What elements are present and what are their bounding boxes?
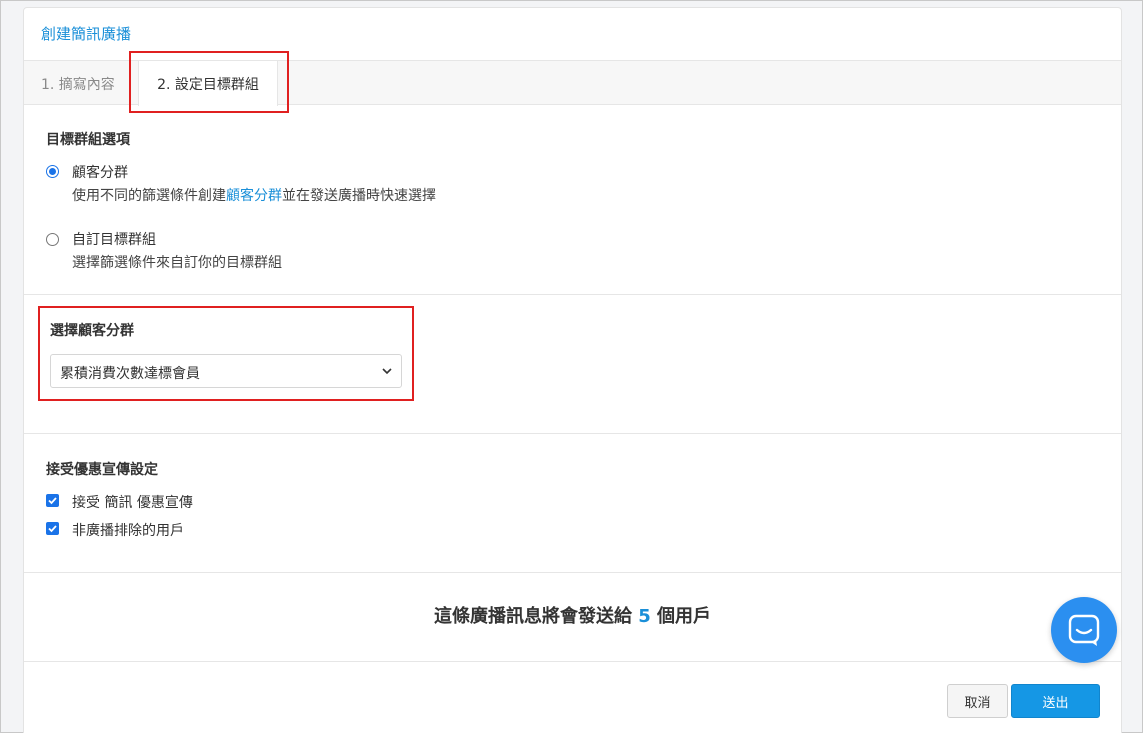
desc-text-after: 並在發送廣播時快速選擇 [282,188,436,204]
promo-heading: 接受優惠宣傳設定 [46,462,158,478]
option-customer-segment-title: 顧客分群 [72,165,128,181]
radio-custom-group[interactable] [46,233,59,246]
app-frame: 創建簡訊廣播 1. 摘寫內容 2. 設定目標群組 目標群組選項 顧客分群 使用不… [0,0,1143,733]
tab-target-group[interactable]: 2. 設定目標群組 [138,61,278,106]
chat-launcher[interactable] [1051,597,1117,663]
radio-customer-segment[interactable] [46,165,59,178]
desc-text-before: 使用不同的篩選條件創建 [72,188,226,204]
option-custom-group-title: 自訂目標群組 [72,232,156,248]
tab-compose[interactable]: 1. 摘寫內容 [41,74,115,94]
recipient-count: 5 [638,606,651,627]
target-options-heading: 目標群組選項 [46,132,130,148]
non-excluded-users-label: 非廣播排除的用戶 [72,523,184,539]
divider [24,661,1121,662]
segment-select[interactable]: 累積消費次數達標會員 [50,354,402,388]
send-button[interactable]: 送出 [1011,684,1100,718]
segment-link[interactable]: 顧客分群 [226,188,282,204]
segment-select-value: 累積消費次數達標會員 [60,366,200,382]
checkbox-accept-sms-promo[interactable] [46,494,59,507]
recipient-summary: 這條廣播訊息將會發送給 5 個用戶 [24,602,1121,628]
chat-bubble-icon [1068,614,1100,646]
checkbox-non-excluded-users[interactable] [46,522,59,535]
page-title: 創建簡訊廣播 [41,25,132,43]
option-customer-segment-desc: 使用不同的篩選條件創建顧客分群並在發送廣播時快速選擇 [72,185,436,205]
divider [24,572,1121,573]
chevron-down-icon [382,368,392,375]
option-custom-group-desc: 選擇篩選條件來自訂你的目標群組 [72,255,282,271]
accept-sms-promo-label: 接受 簡訊 優惠宣傳 [72,495,193,511]
summary-text-before: 這條廣播訊息將會發送給 [433,606,639,627]
checkmark-icon [48,497,57,505]
cancel-button[interactable]: 取消 [947,684,1008,718]
step-tabs: 1. 摘寫內容 2. 設定目標群組 [24,60,1121,106]
divider [24,433,1121,434]
divider [24,294,1121,295]
broadcast-card: 創建簡訊廣播 1. 摘寫內容 2. 設定目標群組 目標群組選項 顧客分群 使用不… [23,7,1122,733]
segment-heading: 選擇顧客分群 [50,323,134,339]
summary-text-after: 個用戶 [650,606,712,627]
checkmark-icon [48,525,57,533]
